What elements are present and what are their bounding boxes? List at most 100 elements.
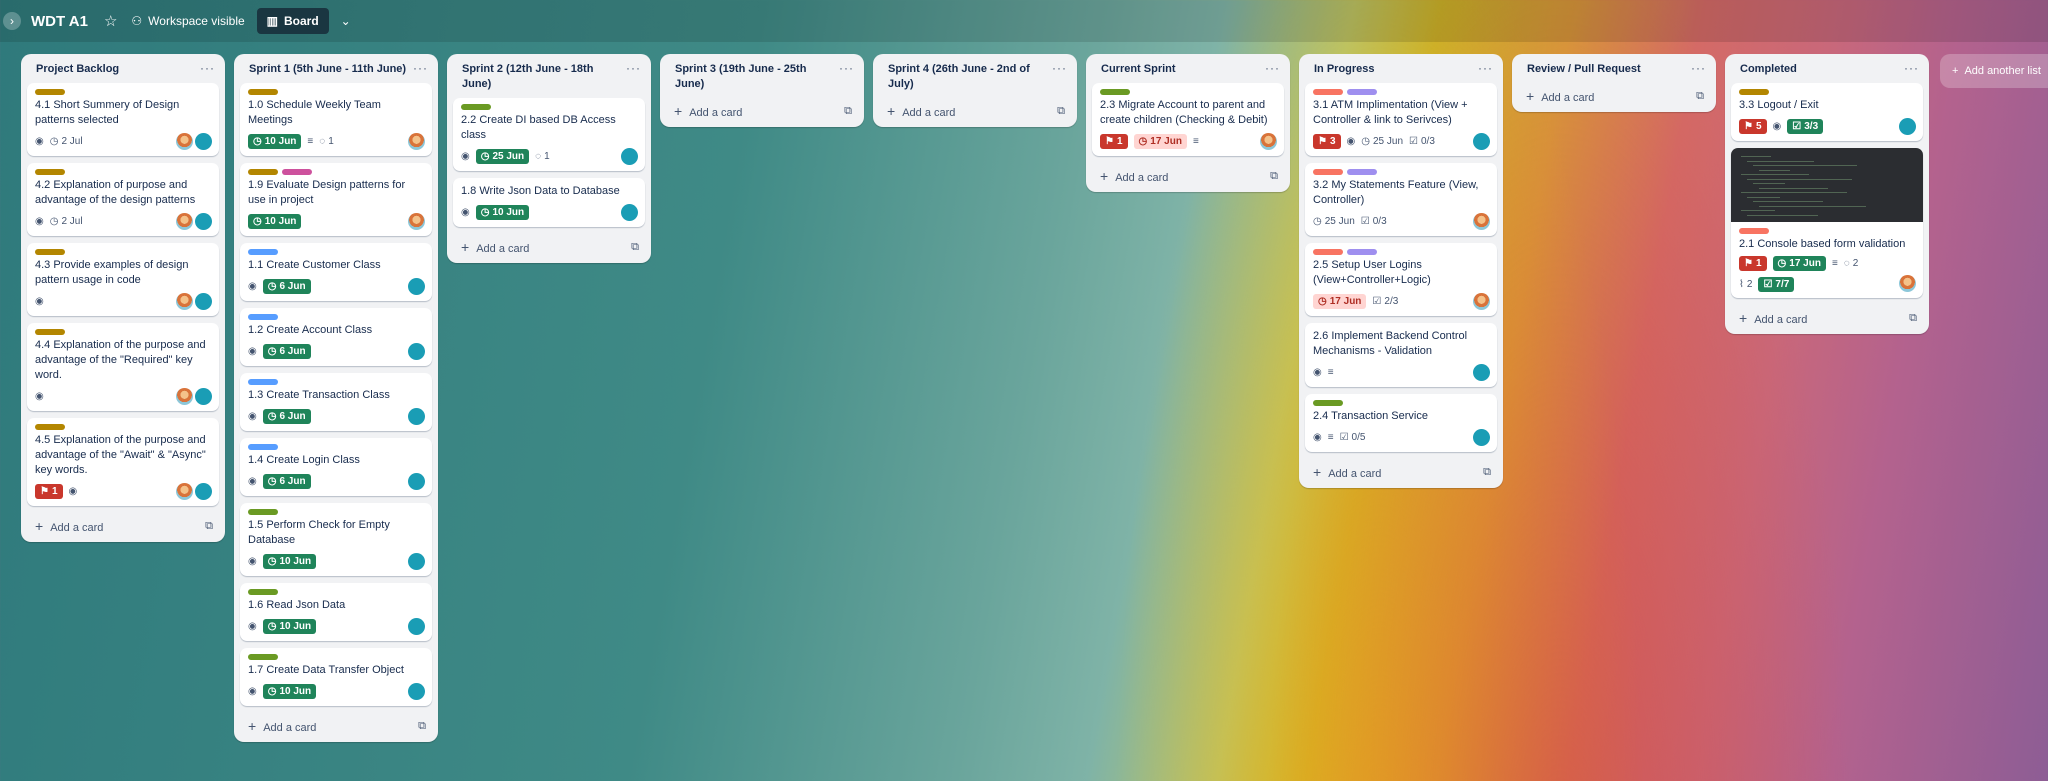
member-avatar[interactable] (408, 278, 425, 295)
label-chip[interactable] (248, 654, 278, 660)
label-chip[interactable] (35, 89, 65, 95)
member-avatar[interactable] (176, 293, 193, 310)
list-title[interactable]: In Progress (1314, 62, 1474, 77)
card-template-icon[interactable]: ⧉ (844, 105, 852, 118)
label-chip[interactable] (1347, 169, 1377, 175)
add-card-button[interactable]: + Add a card ⧉ (666, 98, 858, 121)
list-title[interactable]: Review / Pull Request (1527, 62, 1687, 77)
due-date-overdue-badge[interactable]: ◷ 17 Jun (1133, 133, 1187, 149)
label-chip[interactable] (248, 379, 278, 385)
more-options-icon[interactable]: ··· (839, 62, 854, 74)
member-avatar[interactable] (195, 213, 212, 230)
due-date-complete-badge[interactable]: ◷ 10 Jun (262, 618, 317, 634)
card[interactable]: 1.2 Create Account Class ◉ ◷ 6 Jun (240, 308, 432, 366)
member-avatar[interactable] (408, 618, 425, 635)
member-avatar[interactable] (621, 204, 638, 221)
label-chip[interactable] (248, 444, 278, 450)
due-date-complete-badge[interactable]: ◷ 17 Jun (1772, 256, 1826, 271)
card[interactable]: 1.5 Perform Check for Empty Database ◉ ◷ 10… (240, 503, 432, 576)
add-another-list-button[interactable]: + Add another list (1940, 54, 2048, 88)
label-chip[interactable] (1739, 89, 1769, 95)
member-avatar[interactable] (1899, 275, 1916, 292)
member-avatar[interactable] (1473, 293, 1490, 310)
card[interactable]: 3.1 ATM Implimentation (View + Controlle… (1305, 83, 1497, 156)
due-date-overdue-badge[interactable]: ◷ 17 Jun (1313, 293, 1367, 309)
label-chip[interactable] (248, 89, 278, 95)
more-options-icon[interactable]: ··· (1904, 62, 1919, 74)
add-card-button[interactable]: + Add a card ⧉ (1305, 459, 1497, 482)
label-chip[interactable] (461, 104, 491, 110)
card-template-icon[interactable]: ⧉ (1909, 312, 1917, 325)
member-avatar[interactable] (1473, 213, 1490, 230)
label-chip[interactable] (35, 169, 65, 175)
member-avatar[interactable] (195, 133, 212, 150)
card-template-icon[interactable]: ⧉ (1696, 90, 1704, 103)
card[interactable]: 2.3 Migrate Account to parent and create… (1092, 83, 1284, 156)
member-avatar[interactable] (1473, 429, 1490, 446)
more-options-icon[interactable]: ··· (626, 62, 641, 74)
list-title[interactable]: Sprint 3 (19th June - 25th June) (675, 62, 835, 92)
due-date-complete-badge[interactable]: ◷ 6 Jun (262, 343, 311, 359)
member-avatar[interactable] (176, 483, 193, 500)
member-avatar[interactable] (408, 343, 425, 360)
star-icon[interactable]: ☆ (104, 12, 117, 30)
card[interactable]: 1.9 Evaluate Design patterns for use in … (240, 163, 432, 236)
card[interactable]: 2.5 Setup User Logins (View+Controller+L… (1305, 243, 1497, 316)
add-card-button[interactable]: + Add a card ⧉ (453, 234, 645, 257)
due-date-complete-badge[interactable]: ◷ 10 Jun (248, 133, 302, 149)
card[interactable]: 4.3 Provide examples of design pattern u… (27, 243, 219, 316)
more-options-icon[interactable]: ··· (1478, 62, 1493, 74)
member-avatar[interactable] (195, 483, 212, 500)
card[interactable]: 4.5 Explanation of the purpose and advan… (27, 418, 219, 506)
card[interactable]: 2.1 Console based form validation ⚑ 1 ◷ 17 J… (1731, 148, 1923, 298)
more-options-icon[interactable]: ··· (1052, 62, 1067, 74)
card[interactable]: 4.2 Explanation of purpose and advantage… (27, 163, 219, 236)
card[interactable]: 1.0 Schedule Weekly Team Meetings ◷ 10 Jun… (240, 83, 432, 156)
card-template-icon[interactable]: ⧉ (1270, 170, 1278, 183)
member-avatar[interactable] (1473, 133, 1490, 150)
member-avatar[interactable] (176, 388, 193, 405)
member-avatar[interactable] (195, 293, 212, 310)
member-avatar[interactable] (621, 148, 638, 165)
label-chip[interactable] (1100, 89, 1130, 95)
more-options-icon[interactable]: ··· (413, 62, 428, 74)
member-avatar[interactable] (408, 213, 425, 230)
list-title[interactable]: Completed (1740, 62, 1900, 77)
due-date-complete-badge[interactable]: ◷ 25 Jun (475, 148, 530, 164)
member-avatar[interactable] (1260, 133, 1277, 150)
member-avatar[interactable] (408, 473, 425, 490)
add-card-button[interactable]: + Add a card ⧉ (1731, 305, 1923, 328)
due-date-complete-badge[interactable]: ◷ 10 Jun (475, 204, 530, 220)
list-title[interactable]: Sprint 2 (12th June - 18th June) (462, 62, 622, 92)
due-date-complete-badge[interactable]: ◷ 10 Jun (262, 553, 317, 569)
label-chip[interactable] (282, 169, 312, 175)
card-template-icon[interactable]: ⧉ (418, 720, 426, 733)
member-avatar[interactable] (408, 133, 425, 150)
list-title[interactable]: Current Sprint (1101, 62, 1261, 77)
add-card-button[interactable]: + Add a card ⧉ (240, 713, 432, 736)
card-template-icon[interactable]: ⧉ (631, 241, 639, 254)
card[interactable]: 4.1 Short Summery of Design patterns sel… (27, 83, 219, 156)
card-template-icon[interactable]: ⧉ (1057, 105, 1065, 118)
label-chip[interactable] (35, 424, 65, 430)
label-chip[interactable] (35, 249, 65, 255)
list-title[interactable]: Project Backlog (36, 62, 196, 77)
label-chip[interactable] (248, 249, 278, 255)
card[interactable]: 1.1 Create Customer Class ◉ ◷ 6 Jun (240, 243, 432, 301)
card[interactable]: 1.6 Read Json Data ◉ ◷ 10 Jun (240, 583, 432, 641)
list-title[interactable]: Sprint 1 (5th June - 11th June) (249, 62, 409, 77)
label-chip[interactable] (1313, 89, 1343, 95)
member-avatar[interactable] (408, 553, 425, 570)
member-avatar[interactable] (1473, 364, 1490, 381)
card[interactable]: 3.3 Logout / Exit ⚑ 5 ◉ ☑ 3/3 (1731, 83, 1923, 141)
card-template-icon[interactable]: ⧉ (1483, 466, 1491, 479)
due-date-complete-badge[interactable]: ◷ 6 Jun (262, 408, 311, 424)
chevron-down-icon[interactable]: ⌄ (341, 14, 351, 28)
due-date-complete-badge[interactable]: ◷ 6 Jun (262, 278, 311, 294)
label-chip[interactable] (248, 509, 278, 515)
list-title[interactable]: Sprint 4 (26th June - 2nd of July) (888, 62, 1048, 92)
card[interactable]: 4.4 Explanation of the purpose and advan… (27, 323, 219, 411)
due-date-complete-badge[interactable]: ◷ 10 Jun (262, 683, 317, 699)
card[interactable]: 1.7 Create Data Transfer Object ◉ ◷ 10 Jun (240, 648, 432, 706)
label-chip[interactable] (1347, 249, 1377, 255)
